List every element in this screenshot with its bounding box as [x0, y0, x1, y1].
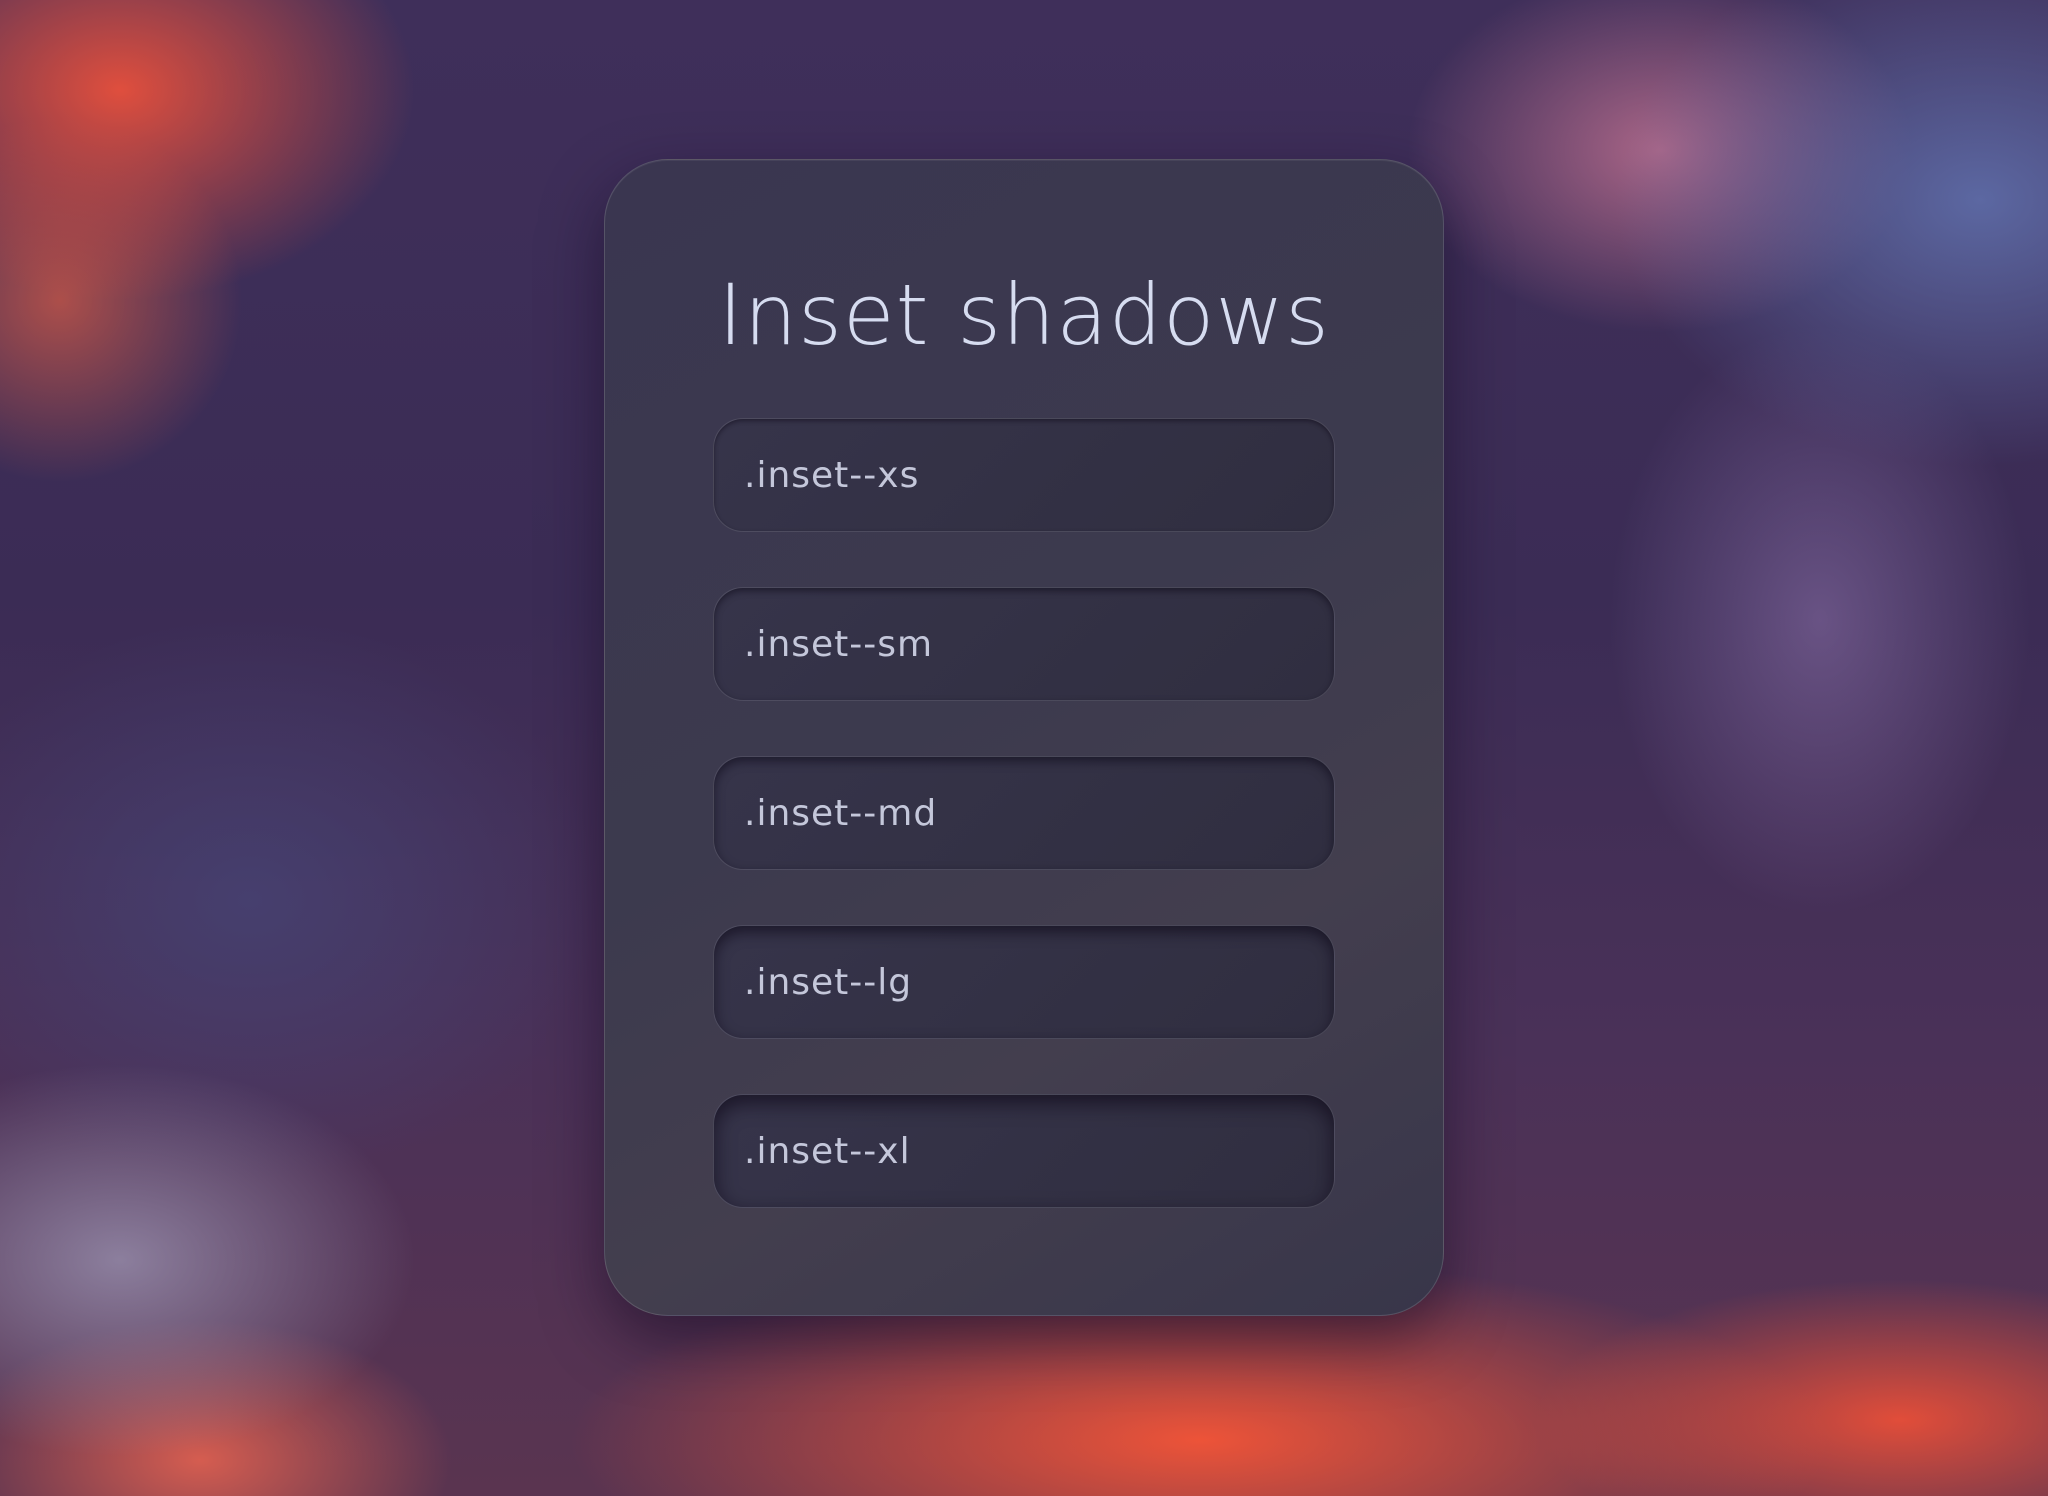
inset-md-box: .inset--md — [713, 756, 1335, 870]
inset-sm-label: .inset--sm — [744, 623, 934, 665]
inset-xl-label: .inset--xl — [744, 1130, 911, 1172]
inset-sm-box: .inset--sm — [713, 587, 1335, 701]
inset-xl-box: .inset--xl — [713, 1094, 1335, 1208]
inset-xs-box: .inset--xs — [713, 418, 1335, 532]
inset-lg-box: .inset--lg — [713, 925, 1335, 1039]
inset-lg-label: .inset--lg — [744, 961, 913, 1003]
inset-shadows-card: Inset shadows .inset--xs .inset--sm .ins… — [604, 159, 1444, 1316]
inset-md-label: .inset--md — [744, 792, 938, 834]
card-title: Inset shadows — [718, 266, 1330, 364]
inset-xs-label: .inset--xs — [744, 454, 920, 496]
